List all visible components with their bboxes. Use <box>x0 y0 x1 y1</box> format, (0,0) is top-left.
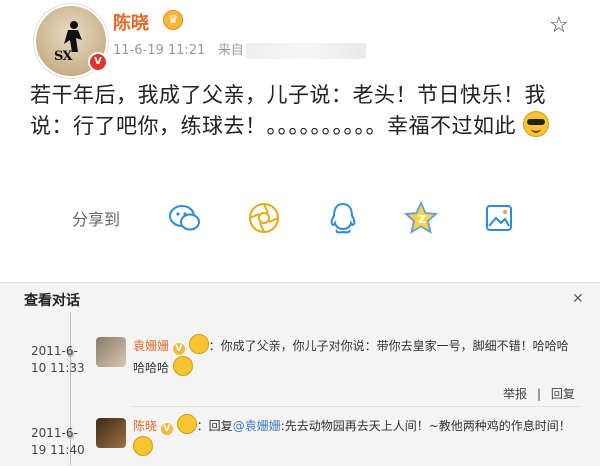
comment-text: 袁姗姗 V ：你成了父亲，你儿子对你说：带你去皇家一号，脚细不错！哈哈哈 哈哈哈 <box>133 334 578 378</box>
comment-time: 2011-6- 10 11:33 <box>31 343 85 377</box>
vip-badge-icon[interactable]: ♛ <box>163 10 183 30</box>
reply-prefix: ：回复 <box>196 419 233 433</box>
mention-link[interactable]: @袁姗姗 <box>233 419 281 433</box>
favorite-star-icon[interactable]: ☆ <box>549 13 569 38</box>
cool-sunglasses-emoji-icon <box>523 111 550 137</box>
comment-actions: 举报 | 回复 <box>503 387 575 401</box>
comment-body-line2: 哈哈哈 <box>133 361 170 375</box>
comment-date: 2011-6- <box>31 426 78 440</box>
post-meta: 11-6-19 11:21 来自 <box>113 39 366 59</box>
post-body: 若干年后，我成了父亲，儿子说：老头！节日快乐！我说：行了吧你，练球去！。。。。。… <box>30 83 546 138</box>
comment-body-line1: :先去动物园再去天上人间！~教他两种鸡的作息时间！ <box>280 419 571 433</box>
gallery-icon[interactable] <box>481 200 517 236</box>
svg-text:Z: Z <box>418 213 426 226</box>
conversation-title: 查看对话 <box>24 293 80 309</box>
commenter-avatar[interactable] <box>96 337 126 367</box>
commenter-name[interactable]: 陈晓 <box>133 419 157 433</box>
qq-icon[interactable] <box>325 200 361 236</box>
comment-date: 2011-6- <box>31 344 78 358</box>
vip-badge-icon: V <box>160 423 173 435</box>
laugh-emoji-icon <box>188 334 209 354</box>
close-icon[interactable]: ✕ <box>572 291 584 307</box>
comment-clock: 19 11:40 <box>31 443 85 457</box>
verified-icon: V <box>88 52 108 72</box>
post-text: 若干年后，我成了父亲，儿子说：老头！节日快乐！我说：行了吧你，练球去！。。。。。… <box>30 80 580 142</box>
post-source-prefix: 来自 <box>217 43 244 58</box>
wechat-icon[interactable] <box>167 200 203 236</box>
laugh-emoji-icon <box>172 356 193 376</box>
post-timestamp: 11-6-19 11:21 <box>113 43 206 58</box>
moments-icon[interactable] <box>246 200 282 236</box>
comment-text: 陈晓 V ：回复@袁姗姗:先去动物园再去天上人间！~教他两种鸡的作息时间！ <box>133 414 583 458</box>
laugh-emoji-icon <box>176 414 197 434</box>
vip-badge-icon: V <box>172 343 185 355</box>
comment-body-line1: ：你成了父亲，你儿子对你说：带你去皇家一号，脚细不错！哈哈哈 <box>208 339 569 353</box>
comment-clock: 10 11:33 <box>31 361 85 375</box>
divider <box>130 406 582 407</box>
reply-link[interactable]: 回复 <box>551 387 575 401</box>
blurred-source <box>245 42 366 59</box>
qzone-icon[interactable]: Z <box>403 200 439 236</box>
report-link[interactable]: 举报 <box>503 387 527 401</box>
commenter-name[interactable]: 袁姗姗 <box>133 339 169 353</box>
comment-time: 2011-6- 19 11:40 <box>31 425 85 459</box>
commenter-avatar[interactable] <box>96 418 126 448</box>
post-username[interactable]: 陈晓 <box>113 9 149 35</box>
share-label: 分享到 <box>72 210 121 229</box>
avatar-logo-text: SX <box>54 49 73 64</box>
laugh-emoji-icon <box>133 436 153 456</box>
